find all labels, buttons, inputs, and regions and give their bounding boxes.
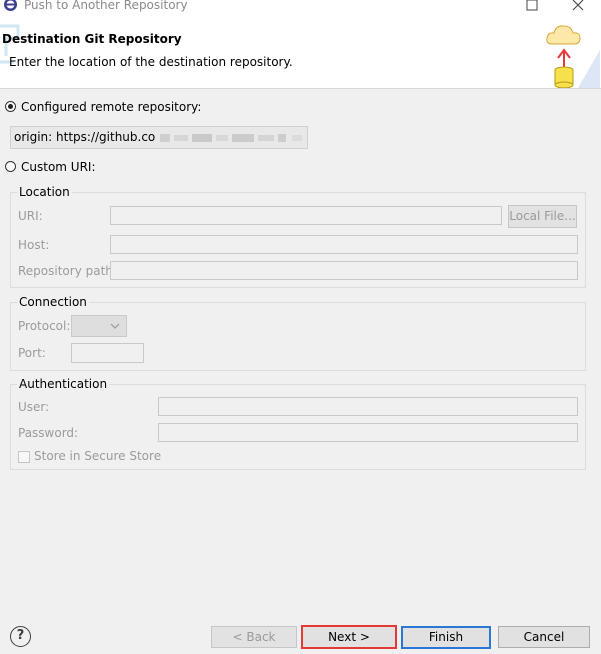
eclipse-icon	[4, 0, 17, 11]
custom-uri-radio[interactable]	[5, 161, 16, 172]
uri-label: URI:	[18, 209, 43, 223]
configured-remote-radio[interactable]	[5, 101, 16, 112]
port-label: Port:	[18, 346, 46, 360]
maximize-icon[interactable]	[520, 0, 544, 14]
local-file-button[interactable]: Local File...	[508, 205, 577, 228]
user-input[interactable]	[158, 397, 578, 416]
authentication-group-title: Authentication	[17, 377, 110, 391]
back-button[interactable]: < Back	[211, 626, 297, 648]
header-decoration-icon	[0, 24, 20, 64]
password-label: Password:	[18, 426, 79, 440]
password-input[interactable]	[158, 423, 578, 442]
cloud-upload-repository-icon	[546, 25, 600, 88]
redacted-url-blur	[156, 132, 306, 144]
wizard-page-title: Destination Git Repository	[2, 32, 182, 46]
configured-remote-label[interactable]: Configured remote repository:	[21, 100, 201, 114]
repository-path-label: Repository path:	[18, 264, 117, 278]
window-title: Push to Another Repository	[24, 0, 188, 12]
remote-repository-value: origin: https://github.com	[14, 130, 167, 144]
close-icon[interactable]	[566, 0, 590, 14]
chevron-down-icon	[110, 323, 120, 329]
host-label: Host:	[18, 238, 50, 252]
cancel-button[interactable]: Cancel	[498, 626, 590, 648]
finish-button[interactable]: Finish	[401, 626, 491, 649]
user-label: User:	[18, 400, 50, 414]
protocol-label: Protocol:	[18, 319, 71, 333]
store-secure-label: Store in Secure Store	[34, 449, 162, 463]
custom-uri-label[interactable]: Custom URI:	[21, 160, 96, 174]
wizard-page-message: Enter the location of the destination re…	[9, 55, 293, 69]
repository-path-input[interactable]	[110, 261, 578, 280]
uri-input[interactable]	[110, 206, 502, 225]
help-button[interactable]: ?	[10, 626, 31, 647]
next-button[interactable]: Next >	[301, 625, 397, 649]
port-input[interactable]	[71, 343, 144, 363]
connection-group-title: Connection	[17, 295, 89, 309]
store-secure-checkbox[interactable]	[18, 451, 30, 463]
location-group-title: Location	[17, 185, 72, 199]
host-input[interactable]	[110, 235, 578, 254]
wizard-header	[0, 14, 601, 89]
